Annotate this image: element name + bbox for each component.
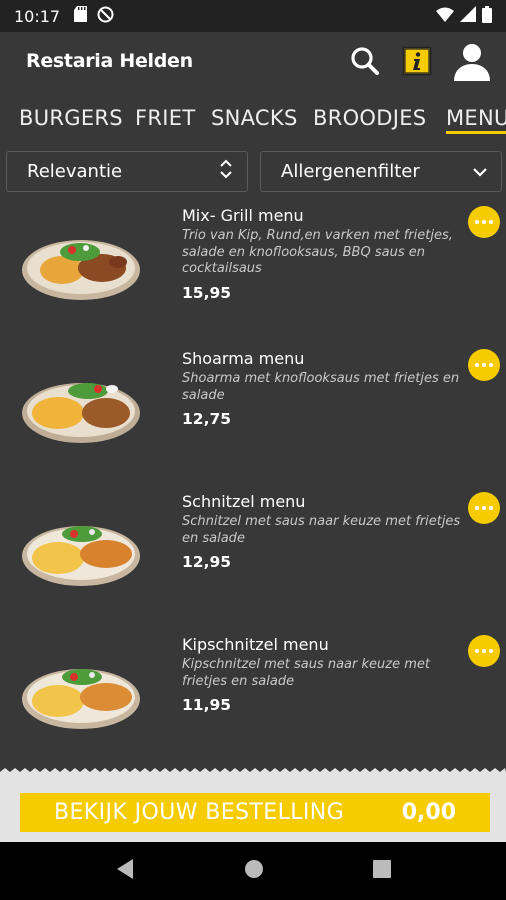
item-description: Kipschnitzel met saus naar keuze met fri… xyxy=(182,657,430,689)
do-not-disturb-icon xyxy=(97,6,114,27)
tab-broodjes[interactable]: BROODJES xyxy=(313,106,426,130)
status-time: 10:17 xyxy=(14,6,61,26)
list-item-kipschnitzel-menu[interactable]: Kipschnitzel menu Kipschnitzel met saus … xyxy=(0,629,506,770)
info-button[interactable] xyxy=(400,44,434,78)
item-description: Trio van Kip, Rund,en varken met frietje… xyxy=(182,228,453,276)
sort-select-value: Relevantie xyxy=(27,161,123,182)
allergen-filter-select[interactable]: Allergenenfilter xyxy=(260,151,502,192)
view-order-button[interactable]: BEKIJK JOUW BESTELLING 0,00 xyxy=(20,793,490,832)
system-nav-bar xyxy=(0,842,506,900)
menu-list: Mix- Grill menu Trio van Kip, Rund,en va… xyxy=(0,200,506,770)
signal-icon xyxy=(460,6,476,26)
item-name: Mix- Grill menu xyxy=(182,206,304,225)
item-options-button[interactable] xyxy=(468,349,500,381)
info-icon xyxy=(402,46,432,76)
user-icon xyxy=(454,44,490,81)
search-icon xyxy=(351,47,379,75)
sd-card-icon xyxy=(74,6,88,26)
item-description: Shoarma met knoflooksaus met frietjes en… xyxy=(182,371,460,403)
tab-friet[interactable]: FRIET xyxy=(135,106,195,130)
item-options-button[interactable] xyxy=(468,206,500,238)
sort-arrows-icon xyxy=(219,158,233,185)
recents-button[interactable] xyxy=(373,860,392,882)
back-button[interactable] xyxy=(115,858,135,884)
item-name: Schnitzel menu xyxy=(182,492,306,511)
item-name: Shoarma menu xyxy=(182,349,305,368)
recents-icon xyxy=(373,860,392,878)
tab-snacks[interactable]: SNACKS xyxy=(211,106,298,130)
list-item-shoarma-menu[interactable]: Shoarma menu Shoarma met knoflooksaus me… xyxy=(0,343,506,486)
account-button[interactable] xyxy=(452,41,492,81)
item-price: 12,95 xyxy=(182,553,232,571)
item-options-button[interactable] xyxy=(468,635,500,667)
schnitzel-dish-image xyxy=(22,526,140,586)
wifi-icon xyxy=(436,7,454,26)
app-title: Restaria Helden xyxy=(26,50,193,72)
filter-bar: Relevantie Allergenenfilter xyxy=(6,151,502,193)
order-total: 0,00 xyxy=(401,800,456,825)
category-tabs: BURGERS FRIET SNACKS BROODJES MENU xyxy=(0,96,506,142)
item-price: 15,95 xyxy=(182,284,232,302)
view-order-label: BEKIJK JOUW BESTELLING xyxy=(54,800,345,825)
list-item-schnitzel-menu[interactable]: Schnitzel menu Schnitzel met saus naar k… xyxy=(0,486,506,629)
kipschnitzel-dish-image xyxy=(22,669,140,729)
item-options-button[interactable] xyxy=(468,492,500,524)
chevron-down-icon xyxy=(473,161,487,182)
search-button[interactable] xyxy=(348,44,382,78)
more-icon xyxy=(475,649,479,653)
mix-grill-dish-image xyxy=(22,240,140,300)
item-price: 12,75 xyxy=(182,410,232,428)
tab-menu[interactable]: MENU xyxy=(446,106,506,134)
app-bar: Restaria Helden xyxy=(0,32,506,90)
more-icon xyxy=(475,363,479,367)
tab-burgers[interactable]: BURGERS xyxy=(19,106,123,130)
item-name: Kipschnitzel menu xyxy=(182,635,329,654)
list-item-mix-grill-menu[interactable]: Mix- Grill menu Trio van Kip, Rund,en va… xyxy=(0,200,506,343)
shoarma-dish-image xyxy=(22,383,140,443)
battery-icon xyxy=(482,5,492,27)
item-description: Schnitzel met saus naar keuze met frietj… xyxy=(182,514,461,546)
back-icon xyxy=(116,859,133,879)
more-icon xyxy=(475,506,479,510)
home-button[interactable] xyxy=(244,859,264,883)
order-footer: BEKIJK JOUW BESTELLING 0,00 xyxy=(0,778,506,842)
more-icon xyxy=(475,220,479,224)
item-price: 11,95 xyxy=(182,696,232,714)
sort-select[interactable]: Relevantie xyxy=(6,151,248,192)
allergen-filter-value: Allergenenfilter xyxy=(281,161,420,182)
home-icon xyxy=(244,860,263,878)
status-bar: 10:17 xyxy=(0,0,506,32)
